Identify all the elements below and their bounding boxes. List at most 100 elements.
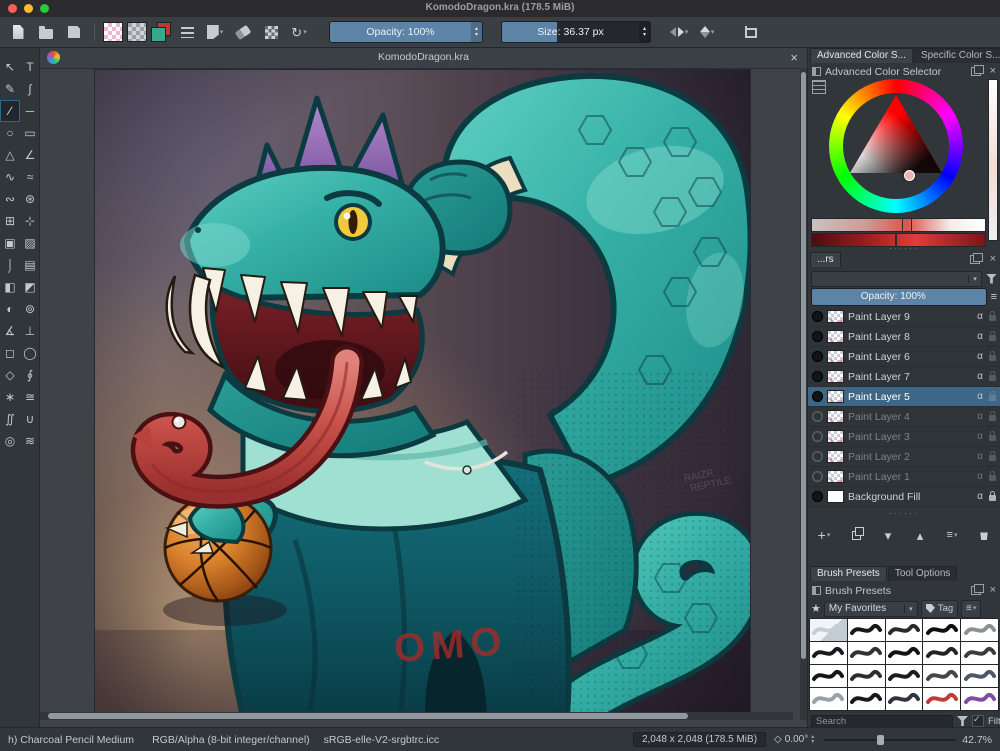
tool-select-similar[interactable]: ≅ [20,386,40,408]
layer-properties-button[interactable]: ≡▾ [940,525,964,545]
close-docker-icon[interactable]: × [990,254,996,265]
rotation-spinner[interactable]: ▴▾ [811,735,814,745]
alpha-icon[interactable]: α [975,371,985,382]
hue-wheel[interactable] [829,79,963,213]
presets-display-menu-button[interactable]: ≡▾ [961,600,981,618]
visibility-toggle[interactable] [812,451,823,462]
layer-thumbnail[interactable] [827,410,844,423]
float-docker-icon[interactable] [971,67,981,76]
lock-icon[interactable] [989,375,996,381]
brush-preset[interactable] [810,665,847,687]
brush-preset[interactable] [848,619,885,641]
reload-preset-button[interactable]: ↻ ▾ [287,20,311,44]
tag-button[interactable]: Tag [921,600,958,618]
brush-preset[interactable] [961,665,998,687]
tool-select-ellipse[interactable]: ◯ [20,342,40,364]
value-strip[interactable] [988,79,998,241]
visibility-toggle[interactable] [812,351,823,362]
zoom-slider-thumb[interactable] [877,735,884,745]
brush-preset[interactable] [848,688,885,710]
tool-multibrush[interactable]: ⊛ [20,188,40,210]
brush-preset[interactable] [886,619,923,641]
edit-brush-settings-button[interactable]: ▾ [203,20,227,44]
layer-filter-icon[interactable] [986,274,997,284]
layer-thumbnail[interactable] [827,470,844,483]
tool-zoom[interactable]: ◎ [0,430,20,452]
brush-preset[interactable] [923,642,960,664]
close-document-button[interactable]: × [790,50,798,65]
lock-icon[interactable] [989,335,996,341]
size-slider[interactable]: Size: 36.37 px ▴▾ [501,21,651,43]
color-selector-settings-button[interactable] [812,80,826,94]
tool-enclose-fill[interactable]: ◩ [20,276,40,298]
alpha-icon[interactable]: α [975,411,985,422]
tool-crop[interactable]: ▣ [0,232,20,254]
add-layer-button[interactable]: +▾ [812,525,836,545]
tool-select-bezier[interactable]: ∬ [0,408,20,430]
tool-fill[interactable]: ◧ [0,276,20,298]
open-document-button[interactable] [34,20,58,44]
lock-icon[interactable] [989,315,996,321]
visibility-toggle[interactable] [812,431,823,442]
brush-preset[interactable] [961,619,998,641]
gradient-chooser[interactable] [127,22,147,42]
lock-icon[interactable] [989,355,996,361]
layer-row[interactable]: Paint Layer 2 α [808,447,1000,467]
brush-preset[interactable] [961,642,998,664]
vertical-scrollbar-thumb[interactable] [801,72,806,659]
filter-funnel-icon[interactable] [957,716,968,726]
layer-thumbnail[interactable] [827,390,844,403]
zoom-slider[interactable] [824,734,956,746]
tool-pattern-edit[interactable]: ▤ [20,254,40,276]
close-docker-icon[interactable]: × [990,66,996,77]
float-docker-icon[interactable] [971,586,981,595]
alpha-icon[interactable]: α [975,451,985,462]
brush-preset[interactable] [886,688,923,710]
filter-in-tag-checkbox[interactable]: ✓ [972,715,984,727]
canvas-rotation-widget[interactable]: ◇ 0.00° ▴▾ [774,734,814,745]
fg-bg-colors[interactable] [151,22,171,42]
layer-thumbnail[interactable] [827,450,844,463]
tool-select-polygon[interactable]: ◇ [0,364,20,386]
layer-thumbnail[interactable] [827,350,844,363]
alpha-icon[interactable]: α [975,311,985,322]
tool-edit-shapes[interactable]: ✎ [0,78,20,100]
saturation-value-triangle[interactable] [850,95,942,173]
brush-search-input[interactable] [811,715,953,728]
tool-measure[interactable]: ∡ [0,320,20,342]
favorites-star-icon[interactable]: ★ [811,602,821,615]
visibility-toggle[interactable] [812,371,823,382]
layer-opacity-slider[interactable]: Opacity: 100% [811,288,987,306]
delete-layer-button[interactable] [972,525,996,545]
tool-smart-patch[interactable]: ⊚ [20,298,40,320]
lock-icon[interactable] [989,435,996,441]
layer-thumbnail[interactable] [827,330,844,343]
document-titlebar[interactable]: KomodoDragon.kra × [40,48,807,69]
opacity-spinner[interactable]: ▴▾ [471,22,482,42]
tab-specific-color-selector[interactable]: Specific Color S... [914,48,1000,63]
lock-icon[interactable] [989,395,996,401]
horizontal-scrollbar[interactable] [40,712,793,720]
save-button[interactable] [62,20,86,44]
alpha-icon[interactable]: α [975,391,985,402]
layer-row[interactable]: Paint Layer 3 α [808,427,1000,447]
layer-thumbnail[interactable] [827,370,844,383]
alpha-icon[interactable]: α [975,431,985,442]
visibility-toggle[interactable] [812,391,823,402]
layer-thumbnail[interactable] [827,430,844,443]
tab-tool-options[interactable]: Tool Options [888,566,958,581]
tool-select-shapes[interactable]: ↖ [0,56,20,78]
alpha-icon[interactable]: α [975,331,985,342]
tool-select-freehand[interactable]: ∮ [20,364,40,386]
brush-preset[interactable] [886,642,923,664]
tool-calligraphy[interactable]: ∫ [20,78,40,100]
layer-options-icon[interactable]: ≡ [991,292,997,303]
docker-splitter[interactable]: ······ [808,509,1000,517]
tool-rectangle[interactable]: ▭ [20,122,40,144]
move-layer-up-button[interactable]: ▴ [908,525,932,545]
crop-button[interactable] [737,20,761,44]
visibility-toggle[interactable] [812,471,823,482]
brush-preset[interactable] [848,665,885,687]
duplicate-layer-button[interactable] [844,525,868,545]
tool-polyline[interactable]: ∠ [20,144,40,166]
